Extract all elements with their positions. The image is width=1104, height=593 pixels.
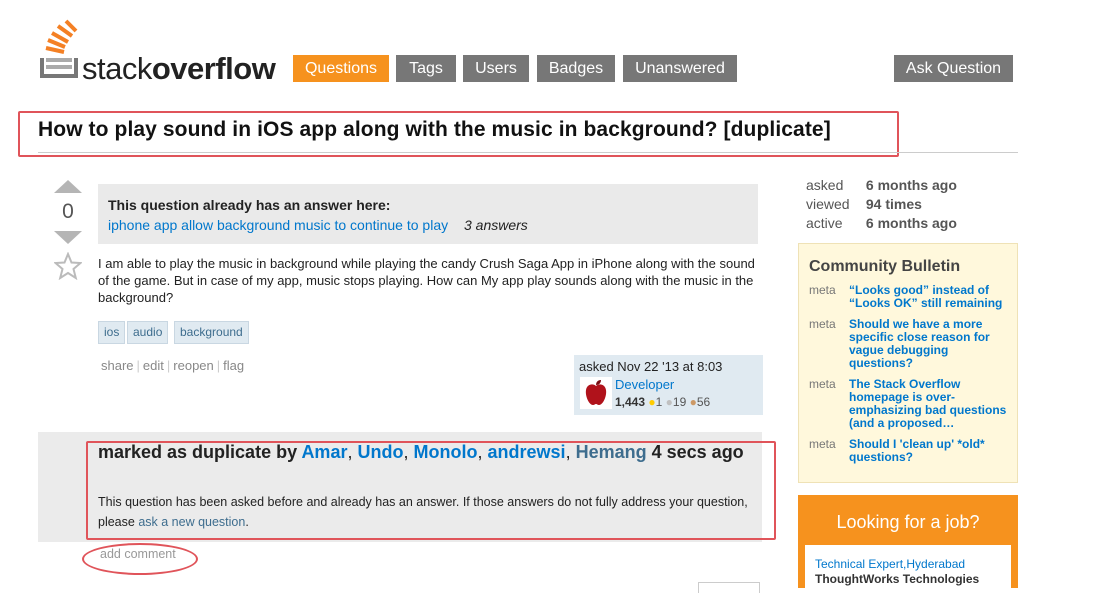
question-body: I am able to play the music in backgroun…	[98, 256, 755, 305]
menu-separator: |	[216, 358, 221, 373]
gold-badge-icon: ●	[648, 395, 656, 409]
job-company: ThoughtWorks Technologies	[815, 572, 980, 586]
stat-viewed-label: viewed	[806, 196, 850, 212]
duplicate-notice: This question already has an answer here…	[98, 184, 758, 244]
reopen-link[interactable]: reopen	[173, 358, 213, 373]
question-stats: asked 6 months ago viewed 94 times activ…	[806, 176, 957, 233]
vote-up-icon[interactable]	[54, 180, 82, 193]
bulletin-meta-tag: meta	[809, 437, 836, 451]
vote-count: 0	[62, 200, 74, 223]
user-reputation: 1,443 ●1 ●19 ●56	[615, 395, 710, 409]
community-bulletin: Community Bulletin meta “Looks good” ins…	[798, 243, 1018, 483]
stat-asked-value: 6 months ago	[865, 177, 957, 193]
gold-badge-count: 1	[655, 395, 663, 409]
tag-ios[interactable]: ios	[98, 321, 126, 344]
add-comment-highlight-ellipse	[82, 543, 198, 575]
duplicate-question-link[interactable]: iphone app allow background music to con…	[108, 217, 448, 233]
stat-active-value[interactable]: 6 months ago	[866, 215, 957, 231]
bulletin-link[interactable]: The Stack Overflow homepage is over-emph…	[849, 378, 1009, 430]
jobs-panel: Looking for a job? Technical Expert,Hyde…	[798, 495, 1018, 588]
bulletin-meta-tag: meta	[809, 317, 836, 331]
user-name-link[interactable]: Developer	[615, 377, 674, 392]
bronze-badge-count: 56	[696, 395, 711, 409]
tag-background[interactable]: background	[174, 321, 249, 344]
nav-questions[interactable]: Questions	[293, 55, 389, 82]
user-card: asked Nov 22 '13 at 8:03 Developer 1,443…	[574, 355, 763, 415]
site-logo[interactable]: stackoverflow	[82, 51, 276, 87]
bulletin-meta-tag: meta	[809, 283, 836, 297]
jobs-list: Technical Expert,Hyderabad ThoughtWorks …	[805, 545, 1011, 588]
ask-question-button[interactable]: Ask Question	[894, 55, 1013, 82]
logo-text-bold: overflow	[151, 51, 276, 86]
nav-badges[interactable]: Badges	[537, 55, 615, 82]
bronze-badge-icon: ●	[689, 395, 697, 409]
post-menu: share | edit | reopen | flag	[101, 358, 244, 373]
vote-down-icon[interactable]	[54, 231, 82, 244]
nav-tags[interactable]: Tags	[396, 55, 456, 82]
stat-viewed-value: 94 times	[865, 196, 922, 212]
closed-highlight-box	[86, 441, 776, 540]
bulletin-link[interactable]: Should we have a more specific close rea…	[849, 318, 1009, 370]
asked-timestamp: asked Nov 22 '13 at 8:03	[579, 359, 723, 374]
menu-separator: |	[136, 358, 140, 373]
favorite-star-icon[interactable]	[54, 252, 82, 280]
nav-users[interactable]: Users	[463, 55, 529, 82]
bulletin-link[interactable]: Should I 'clean up' *old* questions?	[849, 438, 1009, 464]
reputation-score: 1,443	[615, 395, 646, 409]
duplicate-answer-count: 3 answers	[464, 217, 528, 233]
job-link[interactable]: Technical Expert,Hyderabad	[815, 557, 965, 571]
question-title[interactable]: How to play sound in iOS app along with …	[38, 118, 831, 142]
bulletin-title: Community Bulletin	[809, 258, 961, 275]
menu-separator: |	[166, 358, 171, 373]
bulletin-link[interactable]: “Looks good” instead of “Looks OK” still…	[849, 284, 1009, 310]
nav-unanswered[interactable]: Unanswered	[623, 55, 737, 82]
user-avatar-apple-icon[interactable]	[580, 377, 612, 409]
stat-active-label: active	[806, 215, 843, 231]
bulletin-meta-tag: meta	[809, 377, 836, 391]
logo-text-light: stack	[82, 51, 152, 86]
stat-asked-label: asked	[806, 177, 844, 193]
edit-link[interactable]: edit	[143, 358, 164, 373]
stack-logo-icon[interactable]	[38, 18, 80, 80]
share-link[interactable]: share	[101, 358, 134, 373]
tag-audio[interactable]: audio	[127, 321, 169, 344]
jobs-title: Looking for a job?	[836, 512, 980, 532]
silver-badge-icon: ●	[665, 395, 673, 409]
duplicate-notice-heading: This question already has an answer here…	[108, 197, 391, 213]
flag-link[interactable]: flag	[223, 358, 244, 373]
silver-badge-count: 19	[672, 395, 687, 409]
title-divider	[38, 152, 1018, 153]
